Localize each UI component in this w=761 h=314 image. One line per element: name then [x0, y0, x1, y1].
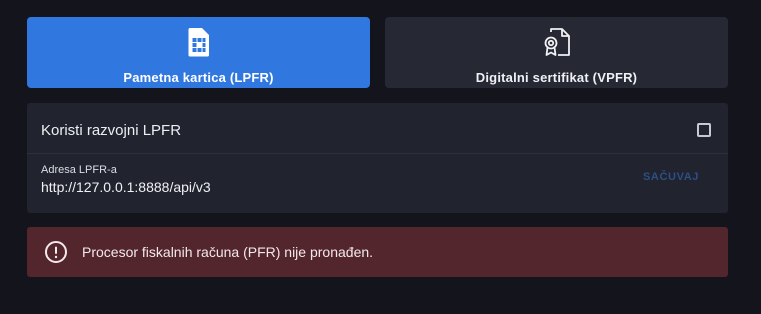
lpfr-mode-label: Pametna kartica (LPFR) — [123, 70, 274, 85]
lpfr-settings-panel: Koristi razvojni LPFR Adresa LPFR-a SAČU… — [27, 103, 728, 213]
error-circle-icon — [44, 240, 68, 264]
certificate-icon — [541, 25, 573, 59]
dev-lpfr-row: Koristi razvojni LPFR — [27, 103, 728, 154]
use-dev-lpfr-label: Koristi razvojni LPFR — [41, 122, 182, 139]
sim-card-icon — [188, 25, 210, 59]
use-dev-lpfr-checkbox[interactable] — [697, 123, 711, 137]
error-message: Procesor fiskalnih računa (PFR) nije pro… — [82, 244, 374, 260]
address-label: Adresa LPFR-a — [41, 164, 117, 176]
lpfr-mode-tile[interactable]: Pametna kartica (LPFR) — [27, 17, 370, 88]
save-button[interactable]: SAČUVAJ — [643, 171, 699, 183]
error-alert: Procesor fiskalnih računa (PFR) nije pro… — [27, 227, 728, 277]
address-input[interactable] — [41, 179, 541, 195]
vpfr-mode-label: Digitalni sertifikat (VPFR) — [475, 70, 638, 85]
vpfr-mode-tile[interactable]: Digitalni sertifikat (VPFR) — [385, 17, 728, 88]
